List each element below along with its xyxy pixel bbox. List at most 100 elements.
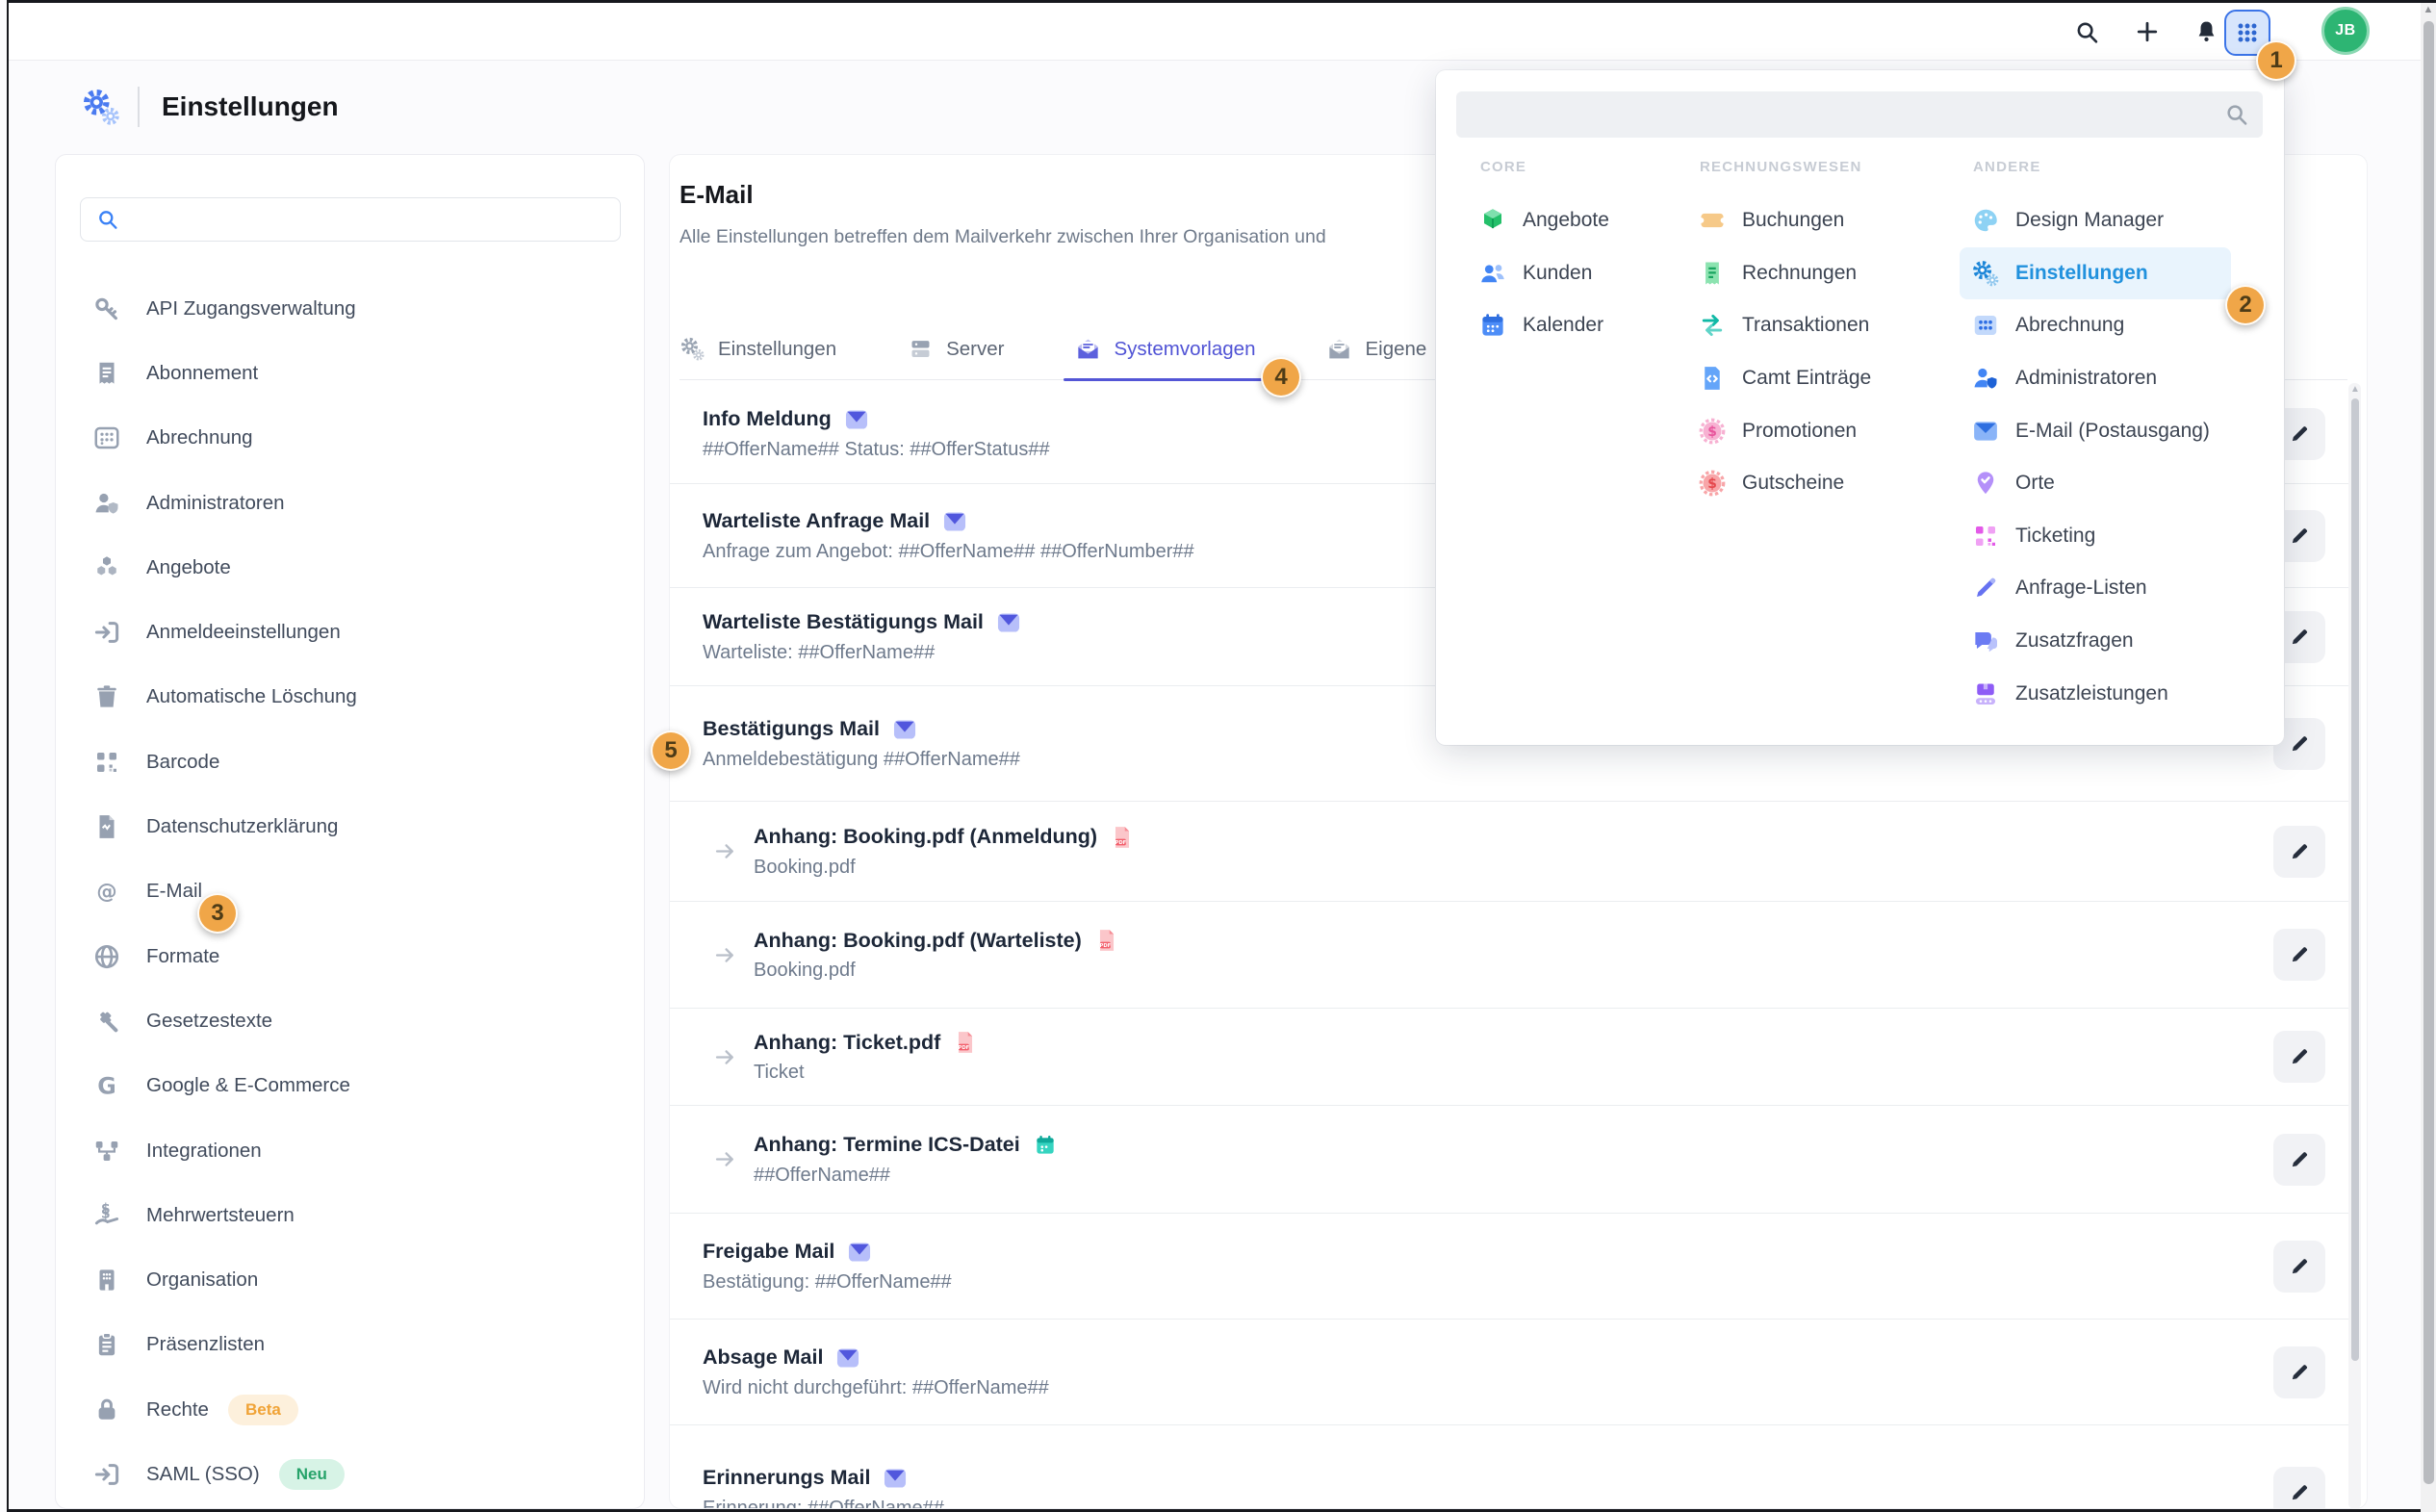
building-icon [92,1266,121,1294]
list-scrollbar[interactable]: ▲ [2348,383,2361,1509]
sidebar-item-formate[interactable]: Formate [56,924,644,988]
sidebar-search-input[interactable] [131,209,604,230]
app-item-einstellungen[interactable]: Einstellungen [1960,247,2231,300]
badge-neu: Neu [279,1459,345,1490]
sidebar-item-google-e-commerce[interactable]: GGoogle & E-Commerce [56,1054,644,1118]
tab-einstellungen[interactable]: Einstellungen [680,319,836,379]
list-item-absage-mail[interactable]: Absage Mail Wird nicht durchgeführt: ##O… [670,1320,2353,1425]
window-top-edge [9,0,2436,3]
edit-button[interactable] [2273,1241,2325,1293]
sidebar-item-automatische-l-schung[interactable]: Automatische Löschung [56,665,644,730]
row-content: Anhang: Ticket.pdfPDF Ticket [754,1030,978,1084]
app-item-label: Angebote [1523,209,1609,232]
app-item-orte[interactable]: Orte [1960,457,2231,510]
sidebar-item-label: Google & E-Commerce [146,1074,350,1097]
sidebar-item-angebote[interactable]: Angebote [56,535,644,600]
scrollbar-thumb[interactable] [2423,21,2434,1484]
mail-blue-icon [1971,417,2000,446]
section-title: E-Mail [680,180,754,210]
scrollbar-thumb[interactable] [2351,398,2359,1361]
bell-icon[interactable] [2193,18,2219,44]
list-item-anhang-booking-pdf-warteliste[interactable]: Anhang: Booking.pdf (Warteliste)PDF Book… [670,902,2353,1009]
sidebar-item-datenschutzerkl-rung[interactable]: Datenschutzerklärung [56,794,644,859]
app-item-administratoren[interactable]: Administratoren [1960,352,2231,405]
app-item-ticketing[interactable]: Ticketing [1960,510,2231,563]
pencil-icon [2289,1046,2310,1067]
app-item-kalender[interactable]: Kalender [1467,299,1661,352]
globe-icon [92,942,121,971]
nodes-icon [92,1137,121,1166]
app-item-label: Ticketing [2015,525,2095,548]
sidebar-item-integrationen[interactable]: Integrationen [56,1118,644,1183]
pencil-icon [2289,1362,2310,1383]
plus-icon[interactable] [2134,18,2161,45]
envelope-icon [883,1466,908,1491]
list-item-anhang-ticket-pdf[interactable]: Anhang: Ticket.pdfPDF Ticket [670,1009,2353,1106]
edit-button[interactable] [2273,929,2325,981]
sidebar-item-anmeldeeinstellungen[interactable]: Anmeldeeinstellungen [56,600,644,664]
list-item-erinnerungs-mail[interactable]: Erinnerungs Mail Erinnerung: ##OfferName… [670,1425,2353,1509]
app-item-angebote[interactable]: Angebote [1467,194,1661,247]
app-launcher-search-input[interactable] [1474,104,2224,126]
edit-button[interactable] [2273,1134,2325,1186]
sidebar-item-gesetzestexte[interactable]: Gesetzestexte [56,988,644,1053]
promo-pink-icon: $ [1698,417,1727,446]
list-item-freigabe-mail[interactable]: Freigabe Mail Bestätigung: ##OfferName## [670,1214,2353,1320]
grid-table-icon [92,423,121,452]
sidebar-item-saml-sso[interactable]: SAML (SSO)Neu [56,1442,644,1506]
list-item-anhang-booking-pdf-anmeldung[interactable]: Anhang: Booking.pdf (Anmeldung)PDF Booki… [670,802,2353,902]
app-item-promotionen[interactable]: $ Promotionen [1686,404,1929,457]
sidebar-item-administratoren[interactable]: Administratoren [56,471,644,535]
tab-systemvorlagen[interactable]: Systemvorlagen [1075,319,1255,379]
sidebar-item-mehrwertsteuern[interactable]: $$Mehrwertsteuern [56,1183,644,1247]
sidebar-item-barcode[interactable]: Barcode [56,730,644,794]
sidebar-item-e-mail[interactable]: @E-Mail [56,859,644,924]
search-icon[interactable] [2074,19,2100,45]
template-subject: Anfrage zum Angebot: ##OfferName## ##Off… [703,541,1194,563]
app-item-kunden[interactable]: Kunden [1467,247,1661,300]
list-item-anhang-termine-ics-datei[interactable]: Anhang: Termine ICS-Datei ##OfferName## [670,1106,2353,1214]
sidebar-item-organisation[interactable]: Organisation [56,1247,644,1312]
app-launcher-search[interactable] [1456,91,2263,138]
scroll-up-arrow[interactable]: ▲ [2350,385,2359,395]
app-item-gutscheine[interactable]: $Gutscheine [1686,457,1929,510]
app-item-zusatzfragen[interactable]: Zusatzfragen [1960,615,2231,668]
callout-badge-3: 3 [197,893,238,934]
app-item-buchungen[interactable]: Buchungen [1686,194,1929,247]
app-item-label: Promotionen [1742,420,1857,443]
avatar[interactable]: JB [2321,7,2370,55]
template-title: Warteliste Anfrage Mail [703,509,930,533]
tab-label: Server [946,338,1004,361]
sidebar-item-rechte[interactable]: RechteBeta [56,1377,644,1442]
app-item-e-mail-postausgang[interactable]: E-Mail (Postausgang) [1960,404,2231,457]
tab-server[interactable]: Server [908,319,1004,379]
callout-badge-4: 4 [1261,357,1301,397]
app-item-rechnungen[interactable]: Rechnungen [1686,247,1929,300]
edit-button[interactable] [2273,1031,2325,1083]
edit-button[interactable] [2273,826,2325,878]
edit-button[interactable] [2273,1467,2325,1510]
edit-button[interactable] [2273,1346,2325,1398]
tab-eigene[interactable]: Eigene [1326,319,1426,379]
search-icon [96,208,119,231]
sidebar-item-abonnement[interactable]: Abonnement [56,341,644,405]
sidebar-item-label: Abrechnung [146,426,253,449]
vat-hand-icon: $$ [92,1201,121,1230]
users-blue-icon [1478,259,1507,288]
app-item-design-manager[interactable]: Design Manager [1960,194,2231,247]
browser-scrollbar[interactable]: ▲ [2421,0,2436,1512]
sidebar-item-abrechnung[interactable]: Abrechnung [56,406,644,471]
sidebar-search[interactable] [80,197,621,242]
pencil-icon [2289,1256,2310,1277]
sidebar-item-pr-senzlisten[interactable]: Präsenzlisten [56,1313,644,1377]
sidebar-item-label: Organisation [146,1269,258,1292]
template-title: Anhang: Booking.pdf (Warteliste) [754,929,1082,953]
app-item-transaktionen[interactable]: Transaktionen [1686,299,1929,352]
qr-pink-icon [1971,522,2000,551]
app-item-anfrage-listen[interactable]: Anfrage-Listen [1960,562,2231,615]
app-item-camt-eintr-ge[interactable]: Camt Einträge [1686,352,1929,405]
sidebar-item-api-zugangsverwaltung[interactable]: API Zugangsverwaltung [56,276,644,341]
scroll-up-arrow[interactable]: ▲ [2421,4,2436,15]
app-item-zusatzleistungen[interactable]: Zusatzleistungen [1960,667,2231,720]
app-item-abrechnung[interactable]: Abrechnung [1960,299,2231,352]
